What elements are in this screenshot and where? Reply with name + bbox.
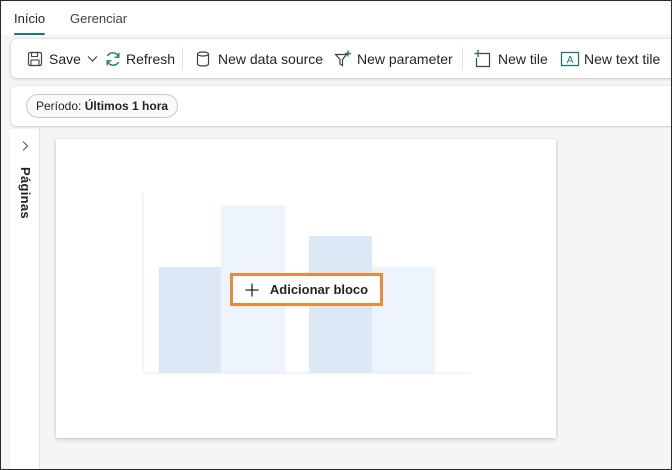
- add-tile-icon: [473, 49, 493, 69]
- new-tile-label: New tile: [498, 50, 548, 67]
- new-text-tile-button[interactable]: A New text tile: [560, 39, 660, 78]
- save-icon: [26, 50, 44, 68]
- time-range-parameter[interactable]: Período: Últimos 1 hora: [26, 94, 179, 118]
- toolbar-divider: [462, 47, 463, 70]
- refresh-label: Refresh: [126, 50, 176, 67]
- ribbon-tabs: Início Gerenciar: [2, 2, 671, 35]
- parameter-prefix: Período:: [36, 99, 85, 113]
- new-data-source-button[interactable]: New data source: [194, 39, 323, 78]
- parameter-value: Últimos 1 hora: [84, 99, 169, 113]
- refresh-icon: [103, 49, 123, 69]
- pages-label: Páginas: [18, 167, 33, 219]
- filter-add-icon: [333, 49, 353, 69]
- tab-inicio[interactable]: Início: [14, 11, 46, 35]
- tab-gerenciar[interactable]: Gerenciar: [70, 11, 127, 33]
- refresh-button[interactable]: Refresh: [103, 39, 175, 78]
- add-tile-label: Adicionar bloco: [269, 282, 369, 297]
- text-tile-icon: A: [560, 49, 580, 69]
- pages-panel: Páginas: [10, 129, 40, 469]
- svg-text:A: A: [567, 55, 574, 66]
- toolbar-divider: [182, 47, 183, 70]
- database-icon: [194, 50, 212, 68]
- new-tile-button[interactable]: New tile: [473, 39, 548, 78]
- new-parameter-label: New parameter: [357, 50, 453, 67]
- placeholder-bar: [159, 267, 221, 373]
- save-label: Save: [49, 50, 81, 67]
- new-text-tile-label: New text tile: [584, 50, 661, 67]
- new-data-source-label: New data source: [218, 50, 324, 67]
- chevron-down-icon[interactable]: [87, 55, 98, 63]
- save-button[interactable]: Save: [26, 39, 98, 78]
- parameter-bar: Período: Últimos 1 hora: [11, 86, 671, 126]
- plus-icon: [245, 283, 259, 297]
- new-parameter-button[interactable]: New parameter: [333, 39, 453, 78]
- app-window: Início Gerenciar Save Refresh New data s…: [0, 0, 672, 470]
- add-tile-button[interactable]: Adicionar bloco: [230, 273, 383, 306]
- toolbar: Save Refresh New data source New paramet…: [11, 39, 671, 78]
- chevron-right-icon[interactable]: [19, 139, 31, 151]
